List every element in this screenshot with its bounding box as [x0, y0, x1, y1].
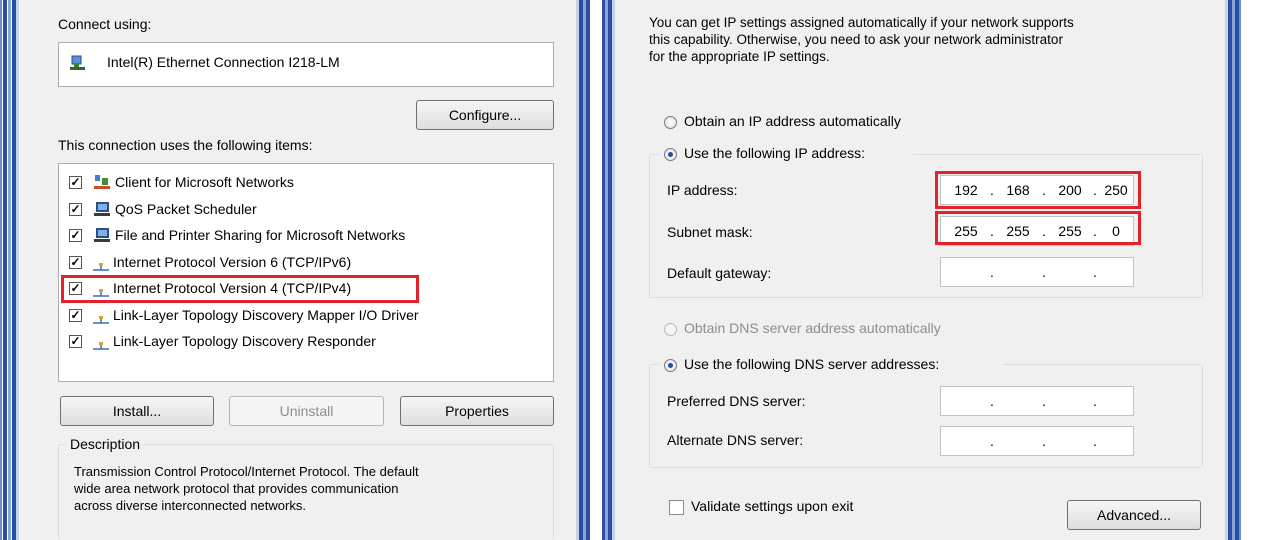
- frame-edge: [16, 0, 19, 540]
- advanced-button[interactable]: Advanced...: [1067, 500, 1201, 530]
- ip-dot: .: [1042, 433, 1046, 449]
- list-item[interactable]: ✓ Internet Protocol Version 6 (TCP/IPv6): [59, 252, 553, 274]
- default-gateway-label: Default gateway:: [667, 265, 772, 281]
- frame-edge: [0, 0, 2, 540]
- ip-address-highlight: [935, 171, 1141, 209]
- ip-address-label: IP address:: [667, 182, 738, 198]
- connect-using-label: Connect using:: [58, 16, 152, 32]
- network-adapter-icon: [70, 55, 85, 70]
- preferred-dns-field[interactable]: . . .: [940, 386, 1134, 416]
- ipv4-properties-dialog: You can get IP settings assigned automat…: [615, 0, 1225, 540]
- obtain-ip-auto-radio[interactable]: [664, 116, 677, 129]
- default-gateway-field[interactable]: . . .: [940, 257, 1134, 287]
- ip-dot: .: [1042, 393, 1046, 409]
- subnet-mask-highlight: [935, 211, 1141, 245]
- preferred-dns-label: Preferred DNS server:: [667, 393, 806, 409]
- uninstall-button: Uninstall: [229, 396, 384, 426]
- items-list[interactable]: ✓ Client for Microsoft Networks ✓ QoS Packe…: [58, 163, 554, 382]
- alternate-dns-label: Alternate DNS server:: [667, 432, 804, 448]
- description-line: wide area network protocol that provides…: [74, 481, 399, 496]
- adapter-name: Intel(R) Ethernet Connection I218-LM: [107, 54, 340, 70]
- item-checkbox[interactable]: ✓: [69, 229, 82, 242]
- alternate-dns-field[interactable]: . . .: [940, 426, 1134, 456]
- obtain-dns-auto-label: Obtain DNS server address automatically: [684, 320, 941, 336]
- ip-dot: .: [990, 433, 994, 449]
- intro-line: for the appropriate IP settings.: [649, 49, 830, 64]
- item-label: File and Printer Sharing for Microsoft N…: [115, 227, 406, 243]
- protocol-icon: [93, 259, 109, 271]
- subnet-mask-label: Subnet mask:: [667, 224, 753, 240]
- item-checkbox[interactable]: ✓: [69, 176, 82, 189]
- frame-edge: [8, 0, 11, 540]
- intro-line: this capability. Otherwise, you need to …: [649, 32, 1063, 47]
- description-line: across diverse interconnected networks.: [74, 498, 306, 513]
- ip-dot: .: [990, 264, 994, 280]
- list-item[interactable]: ✓ Link-Layer Topology Discovery Mapper I/…: [59, 305, 553, 327]
- description-title: Description: [66, 436, 145, 452]
- item-checkbox[interactable]: ✓: [69, 335, 82, 348]
- ip-dot: .: [1042, 264, 1046, 280]
- item-label: Client for Microsoft Networks: [115, 174, 294, 190]
- item-checkbox[interactable]: ✓: [69, 255, 82, 269]
- ip-dot: .: [990, 393, 994, 409]
- item-label: QoS Packet Scheduler: [115, 200, 257, 217]
- properties-button[interactable]: Properties: [400, 396, 554, 426]
- item-checkbox[interactable]: ✓: [69, 202, 82, 216]
- frame-edge: [3, 0, 7, 540]
- use-following-dns-radio[interactable]: [664, 359, 677, 372]
- ethernet-properties-dialog: Connect using: Intel(R) Ethernet Connect…: [20, 0, 576, 540]
- intro-line: You can get IP settings assigned automat…: [649, 15, 1074, 30]
- item-label: Link-Layer Topology Discovery Responder: [113, 333, 376, 349]
- ip-dot: .: [1093, 393, 1097, 409]
- list-item[interactable]: ✓ QoS Packet Scheduler: [59, 199, 553, 221]
- network-client-icon: [93, 174, 111, 190]
- item-label: Internet Protocol Version 6 (TCP/IPv6): [113, 253, 352, 270]
- validate-checkbox[interactable]: [669, 500, 684, 515]
- list-item[interactable]: ✓ Client for Microsoft Networks: [59, 172, 553, 194]
- validate-label[interactable]: Validate settings upon exit: [691, 498, 853, 514]
- computer-icon: [93, 227, 111, 243]
- ip-dot: .: [1093, 264, 1097, 280]
- ip-dot: .: [1093, 433, 1097, 449]
- frame-edge: [1239, 0, 1241, 540]
- adapter-box: Intel(R) Ethernet Connection I218-LM: [58, 42, 554, 87]
- description-line: Transmission Control Protocol/Internet P…: [74, 464, 419, 479]
- list-item[interactable]: ✓ Link-Layer Topology Discovery Responder: [59, 331, 553, 353]
- items-label: This connection uses the following items…: [58, 137, 313, 153]
- configure-button[interactable]: Configure...: [416, 100, 554, 130]
- protocol-icon: [93, 312, 109, 324]
- install-button[interactable]: Install...: [60, 396, 214, 426]
- list-item[interactable]: ✓ File and Printer Sharing for Microsoft …: [59, 225, 553, 247]
- use-following-ip-radio[interactable]: [664, 148, 677, 161]
- item-label: Link-Layer Topology Discovery Mapper I/O…: [113, 306, 419, 323]
- obtain-dns-auto-radio: [664, 323, 677, 336]
- use-following-dns-label[interactable]: Use the following DNS server addresses:: [684, 356, 939, 372]
- screenshot-gap: [590, 0, 602, 540]
- protocol-icon: [93, 338, 109, 350]
- computer-icon: [93, 201, 111, 217]
- use-following-ip-label[interactable]: Use the following IP address:: [684, 145, 865, 161]
- obtain-ip-auto-label[interactable]: Obtain an IP address automatically: [684, 113, 901, 129]
- item-checkbox[interactable]: ✓: [69, 308, 82, 322]
- ipv4-item-highlight: [61, 275, 419, 303]
